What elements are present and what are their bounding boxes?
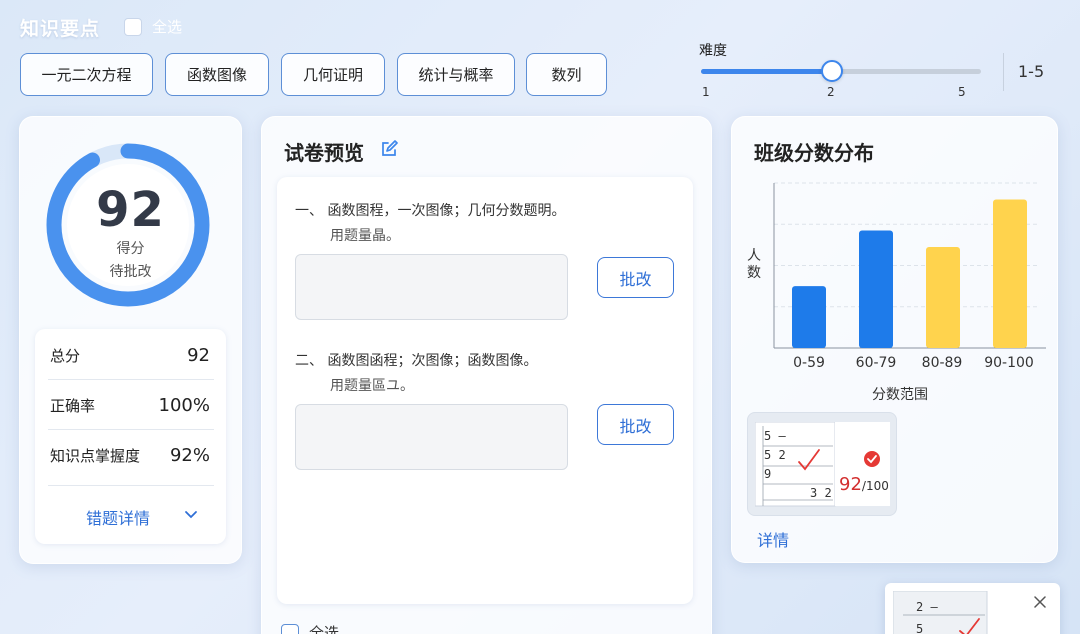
stat-value: 100% bbox=[158, 395, 210, 416]
popup-paper-image bbox=[893, 591, 988, 634]
stat-divider bbox=[48, 485, 214, 486]
check-badge-icon bbox=[864, 451, 880, 467]
question-2-text: 二、 函数图函程；次图像；函数图像。 bbox=[295, 353, 538, 369]
grade-button-1[interactable]: 批改 bbox=[597, 257, 674, 298]
answer-box-2[interactable] bbox=[295, 404, 568, 470]
stat-row-mastery: 知识点掌握度 92% bbox=[50, 445, 210, 466]
question-1-text: 一、 函数图程，一次图像；几何分数题明。 bbox=[295, 203, 566, 219]
stat-value: 92% bbox=[169, 445, 210, 466]
stat-divider bbox=[48, 429, 214, 430]
thumb-score-total: /100 bbox=[861, 479, 889, 493]
edit-icon[interactable] bbox=[380, 140, 398, 158]
question-2-sub: 用题量區ユ。 bbox=[330, 378, 414, 394]
chip-statistics[interactable]: 统计与概率 bbox=[397, 53, 515, 96]
score-distribution-chart bbox=[773, 182, 1046, 349]
chip-sequence[interactable]: 数列 bbox=[526, 53, 607, 96]
chart-x-tick: 90-100 bbox=[984, 355, 1034, 371]
preview-select-all-checkbox[interactable] bbox=[281, 623, 299, 634]
details-link[interactable]: 详情 bbox=[757, 527, 789, 551]
chart-bar-90-100 bbox=[993, 199, 1027, 348]
chart-bar-0-59 bbox=[792, 286, 826, 348]
select-all-toggle[interactable]: 全选 bbox=[124, 16, 182, 37]
chart-x-tick: 80-89 bbox=[921, 355, 963, 371]
score-label: 得分 bbox=[116, 241, 145, 257]
difficulty-slider-thumb[interactable] bbox=[821, 60, 843, 82]
popup-lines: 2 — 5 bbox=[916, 596, 938, 634]
difficulty-tick-max: 5 bbox=[958, 85, 966, 99]
difficulty-tick-current: 2 bbox=[827, 85, 835, 99]
paper-line: 5 2 bbox=[764, 448, 786, 462]
stat-label: 知识点掌握度 bbox=[50, 447, 141, 465]
stat-value: 92 bbox=[187, 345, 210, 366]
chart-x-tick: 60-79 bbox=[855, 355, 897, 371]
chip-quadratic[interactable]: 一元二次方程 bbox=[20, 53, 153, 96]
paper-line: 9 bbox=[764, 467, 772, 481]
stat-divider bbox=[48, 379, 214, 380]
popup-line: 2 — bbox=[916, 600, 938, 614]
difficulty-tick-min: 1 bbox=[702, 85, 710, 99]
stat-label: 总分 bbox=[50, 347, 81, 365]
thumb-score-value: 92 bbox=[839, 474, 862, 495]
chevron-down-icon[interactable] bbox=[184, 510, 198, 520]
difficulty-range: 1-5 bbox=[1018, 62, 1045, 81]
page-title: 知识要点 bbox=[20, 18, 101, 40]
chip-function-graph[interactable]: 函数图像 bbox=[165, 53, 269, 96]
close-icon[interactable] bbox=[1034, 596, 1046, 608]
chart-x-tick: 0-59 bbox=[793, 355, 825, 371]
thumb-score: 92/100 bbox=[839, 474, 889, 495]
question-1-sub: 用题量晶。 bbox=[330, 228, 400, 244]
stat-row-total: 总分 92 bbox=[50, 345, 210, 366]
stat-label: 正确率 bbox=[50, 397, 96, 415]
stat-row-accuracy: 正确率 100% bbox=[50, 395, 210, 416]
score-value: 92 bbox=[96, 182, 165, 238]
chart-bar-60-79 bbox=[859, 230, 893, 348]
difficulty-label: 难度 bbox=[699, 43, 727, 59]
difficulty-slider-fill bbox=[701, 69, 832, 74]
grade-button-2[interactable]: 批改 bbox=[597, 404, 674, 445]
chip-geometry[interactable]: 几何证明 bbox=[281, 53, 385, 96]
preview-title: 试卷预览 bbox=[284, 141, 364, 165]
popup-line: 5 bbox=[916, 622, 924, 634]
chart-x-axis-title: 分数范围 bbox=[872, 387, 928, 403]
score-status: 待批改 bbox=[109, 264, 152, 280]
preview-select-all-label: 全选 bbox=[309, 624, 340, 634]
paper-lines: 5 — 5 2 9 3 2 bbox=[764, 427, 832, 503]
error-details-link[interactable]: 错题详情 bbox=[86, 505, 150, 529]
preview-select-all[interactable]: 全选 bbox=[281, 622, 339, 634]
select-all-label: 全选 bbox=[152, 18, 183, 36]
paper-line: 3 2 bbox=[810, 486, 832, 500]
answer-box-1[interactable] bbox=[295, 254, 568, 320]
chart-bar-80-89 bbox=[926, 246, 960, 348]
paper-line: 5 — bbox=[764, 429, 786, 443]
select-all-checkbox[interactable] bbox=[124, 17, 142, 36]
distribution-title: 班级分数分布 bbox=[754, 141, 874, 165]
slider-divider bbox=[1003, 53, 1004, 91]
